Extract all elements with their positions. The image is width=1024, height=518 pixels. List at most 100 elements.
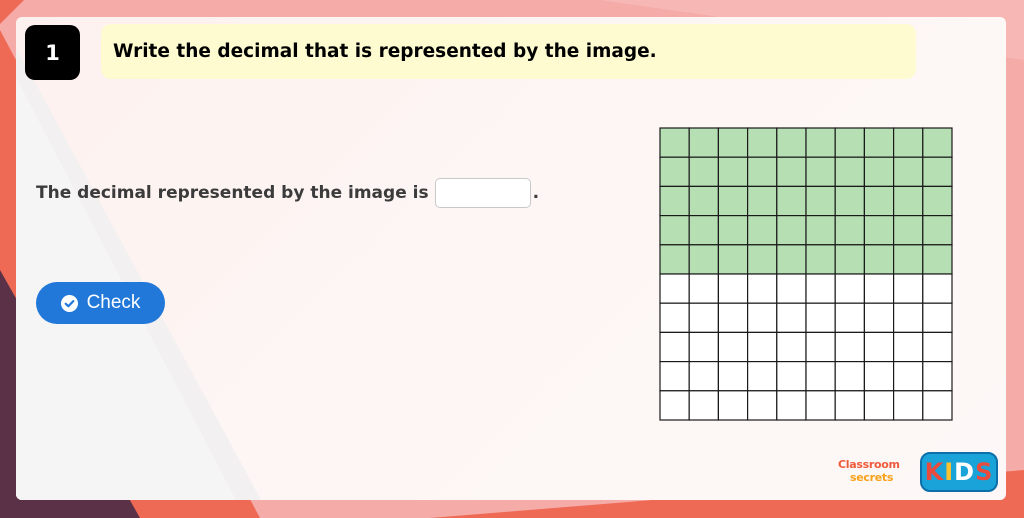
grid-cell-shaded xyxy=(805,214,836,246)
grid-cell xyxy=(659,273,690,304)
grid-cell xyxy=(746,302,778,333)
grid-cell xyxy=(922,302,953,333)
answer-suffix: . xyxy=(532,183,540,203)
grid-cell-shaded xyxy=(688,156,720,188)
check-button[interactable]: Check xyxy=(36,282,165,324)
grid-cell xyxy=(717,273,749,304)
grid-cell-shaded xyxy=(805,185,836,217)
grid-cell xyxy=(746,331,778,363)
grid-cell-shaded xyxy=(922,127,953,158)
grid-cell xyxy=(659,361,690,392)
grid-cell-shaded xyxy=(746,127,778,158)
grid-cell xyxy=(922,390,953,421)
grid-cell xyxy=(805,361,836,392)
grid-cell-shaded xyxy=(893,185,924,217)
grid-cell-shaded xyxy=(863,127,895,158)
grid-cell-shaded xyxy=(776,244,807,275)
check-circle-icon xyxy=(60,294,78,312)
grid-cell xyxy=(922,361,953,392)
grid-cell xyxy=(863,302,895,333)
grid-cell-shaded xyxy=(717,214,749,246)
grid-cell-shaded xyxy=(659,127,690,158)
question-prompt-box: Write the decimal that is represented by… xyxy=(101,24,916,79)
grid-cell-shaded xyxy=(834,156,865,188)
grid-cell-shaded xyxy=(776,214,807,246)
answer-input[interactable] xyxy=(434,178,531,208)
grid-cell xyxy=(688,331,720,363)
grid-cell xyxy=(893,331,924,363)
hundred-square-grid xyxy=(659,127,953,421)
kids-letter: K xyxy=(924,458,945,486)
grid-cell xyxy=(717,390,749,421)
grid-cell xyxy=(776,361,807,392)
grid-cell xyxy=(659,331,690,363)
grid-cell-shaded xyxy=(776,156,807,188)
grid-cell-shaded xyxy=(834,214,865,246)
grid-cell-shaded xyxy=(834,244,865,275)
grid-cell-shaded xyxy=(893,244,924,275)
grid-cell-shaded xyxy=(659,156,690,188)
grid-cell xyxy=(659,390,690,421)
grid-cell-shaded xyxy=(717,127,749,158)
grid-cell-shaded xyxy=(863,156,895,188)
grid-cell xyxy=(659,302,690,333)
grid-cell xyxy=(922,273,953,304)
grid-cell-shaded xyxy=(659,214,690,246)
grid-cell xyxy=(863,273,895,304)
kids-badge-text: KIDS xyxy=(925,458,994,486)
grid-cell xyxy=(863,331,895,363)
grid-cell xyxy=(776,331,807,363)
kids-letter: D xyxy=(954,458,976,486)
grid-cell xyxy=(805,331,836,363)
grid-cell xyxy=(805,302,836,333)
grid-cell-shaded xyxy=(893,127,924,158)
question-number-badge: 1 xyxy=(25,25,80,80)
grid-cell-shaded xyxy=(717,244,749,275)
grid-cell-shaded xyxy=(746,244,778,275)
grid-cell xyxy=(717,331,749,363)
kids-badge: KIDS xyxy=(920,452,998,492)
grid-cell-shaded xyxy=(922,156,953,188)
grid-cell xyxy=(688,361,720,392)
grid-cell-shaded xyxy=(863,185,895,217)
grid-cell-shaded xyxy=(893,214,924,246)
grid-cell-shaded xyxy=(863,244,895,275)
grid-cell-shaded xyxy=(688,244,720,275)
grid-cell-shaded xyxy=(659,244,690,275)
logo-wordmark: Classroom secrets xyxy=(838,458,916,488)
question-number: 1 xyxy=(45,40,60,65)
grid-cell-shaded xyxy=(834,127,865,158)
grid-cell xyxy=(834,302,865,333)
grid-cell-shaded xyxy=(805,156,836,188)
grid-cell-shaded xyxy=(922,214,953,246)
grid-cell-shaded xyxy=(746,156,778,188)
grid-cell xyxy=(717,361,749,392)
grid-cell xyxy=(688,302,720,333)
grid-cell-shaded xyxy=(688,127,720,158)
grid-cell-shaded xyxy=(863,214,895,246)
grid-cell xyxy=(834,331,865,363)
grid-cell xyxy=(746,361,778,392)
grid-cell-shaded xyxy=(922,244,953,275)
grid-cell-shaded xyxy=(776,127,807,158)
grid-cell xyxy=(922,331,953,363)
grid-cell xyxy=(893,302,924,333)
grid-cell-shaded xyxy=(688,185,720,217)
grid-cell xyxy=(834,390,865,421)
grid-cell-shaded xyxy=(717,185,749,217)
grid-cell xyxy=(688,273,720,304)
grid-cell-shaded xyxy=(834,185,865,217)
answer-sentence: The decimal represented by the image is … xyxy=(36,177,539,209)
grid-cell xyxy=(805,390,836,421)
grid-cell xyxy=(805,273,836,304)
grid-cell xyxy=(863,361,895,392)
logo-line2: secrets xyxy=(850,471,894,484)
grid-cell-shaded xyxy=(922,185,953,217)
grid-cell xyxy=(834,273,865,304)
grid-cell-shaded xyxy=(893,156,924,188)
grid-cell xyxy=(893,390,924,421)
grid-cell-shaded xyxy=(746,214,778,246)
grid-cell-shaded xyxy=(805,244,836,275)
grid-cell-shaded xyxy=(776,185,807,217)
grid-cell xyxy=(776,273,807,304)
